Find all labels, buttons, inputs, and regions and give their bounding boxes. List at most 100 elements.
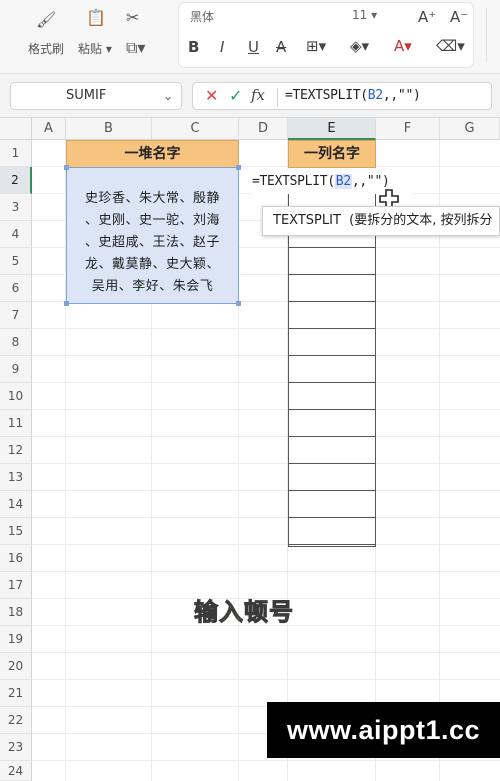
row-header-21[interactable]: 21	[0, 680, 32, 707]
border-icon[interactable]: ⊞▾	[306, 37, 326, 55]
function-tooltip: TEXTSPLIT (要拆分的文本, 按列拆分	[262, 206, 500, 236]
cell-b1-header[interactable]: 一堆名字	[66, 140, 239, 168]
row-header-15[interactable]: 15	[0, 518, 32, 545]
output-cell-border	[288, 544, 376, 545]
grid-row-line	[32, 679, 500, 680]
output-cell-border	[288, 247, 376, 248]
cell-b2-names[interactable]: 史珍香、朱大常、殷静 、史刚、史一驼、刘海 、史超咸、王法、赵子 龙、戴莫静、史大颖、…	[66, 167, 239, 304]
row-header-3[interactable]: 3	[0, 194, 32, 221]
row-header-23[interactable]: 23	[0, 734, 32, 761]
row-header-1[interactable]: 1	[0, 140, 32, 167]
column-header-b[interactable]: B	[66, 118, 152, 140]
row-header-24[interactable]: 24	[0, 761, 32, 781]
column-header-e[interactable]: E	[288, 118, 376, 140]
formula-input[interactable]: =TEXTSPLIT(B2,,"")	[285, 88, 421, 103]
grid-row-line	[32, 760, 500, 761]
grid-row-line	[32, 409, 500, 410]
grid-row-line	[32, 490, 500, 491]
format-painter-label[interactable]: 格式刷	[28, 40, 64, 57]
name-line: 、史超咸、王法、赵子	[84, 235, 220, 250]
font-color-icon[interactable]: A▾	[394, 37, 412, 55]
output-cell-border	[288, 382, 376, 383]
font-name-select[interactable]: 黑体	[186, 8, 346, 28]
function-icon[interactable]: fx	[251, 86, 265, 104]
decrease-font-icon[interactable]: A⁻	[450, 8, 468, 26]
copy-icon[interactable]: ⧉▾	[126, 38, 145, 58]
chevron-down-icon[interactable]: ⌄	[163, 83, 173, 109]
watermark: www.aippt1.cc	[267, 702, 500, 758]
column-header-f[interactable]: F	[376, 118, 440, 140]
bold-button[interactable]: B	[188, 38, 199, 56]
row-header-4[interactable]: 4	[0, 221, 32, 248]
caption-text: 输入顿号	[194, 598, 294, 627]
row-header-10[interactable]: 10	[0, 383, 32, 410]
row-header-20[interactable]: 20	[0, 653, 32, 680]
format-painter-icon[interactable]: 🖌	[36, 10, 56, 29]
ribbon-divider	[486, 8, 487, 62]
row-header-5[interactable]: 5	[0, 248, 32, 275]
row-header-16[interactable]: 16	[0, 545, 32, 572]
grid-row-line	[32, 328, 500, 329]
output-cell-border	[288, 274, 376, 275]
row-header-7[interactable]: 7	[0, 302, 32, 329]
cut-icon[interactable]: ✂	[126, 8, 139, 27]
row-header-12[interactable]: 12	[0, 437, 32, 464]
row-header-13[interactable]: 13	[0, 464, 32, 491]
grid-row-line	[32, 355, 500, 356]
cell-e1-header[interactable]: 一列名字	[288, 140, 376, 168]
column-header-d[interactable]: D	[239, 118, 288, 140]
selection-handle[interactable]	[236, 165, 241, 170]
row-header-6[interactable]: 6	[0, 275, 32, 302]
column-header-a[interactable]: A	[32, 118, 66, 140]
grid-row-line	[32, 517, 500, 518]
cancel-icon[interactable]: ✕	[205, 86, 218, 105]
grid-column-line	[439, 140, 440, 781]
confirm-icon[interactable]: ✓	[229, 86, 242, 105]
output-cell-border	[288, 301, 376, 302]
grid-row-line	[32, 652, 500, 653]
paste-label[interactable]: 粘贴 ▾	[78, 40, 112, 57]
output-cell-border	[288, 409, 376, 410]
selection-handle[interactable]	[236, 301, 241, 306]
output-cell-border	[288, 463, 376, 464]
selection-handle[interactable]	[64, 301, 69, 306]
name-line: 龙、戴莫静、史大颖、	[84, 257, 220, 272]
formula-input-wrap: ✕ ✓ fx =TEXTSPLIT(B2,,"")	[192, 82, 492, 110]
grid-row-line	[32, 436, 500, 437]
row-header-22[interactable]: 22	[0, 707, 32, 734]
italic-button[interactable]: I	[220, 38, 224, 56]
row-header-18[interactable]: 18	[0, 599, 32, 626]
row-header-17[interactable]: 17	[0, 572, 32, 599]
column-header-g[interactable]: G	[440, 118, 500, 140]
output-cell-border	[288, 355, 376, 356]
name-line: 吴用、李好、朱会飞	[91, 279, 214, 294]
paste-icon[interactable]: 📋	[86, 8, 106, 27]
selection-handle[interactable]	[64, 165, 69, 170]
grid-row-line	[32, 571, 500, 572]
underline-button[interactable]: U	[248, 38, 259, 56]
row-header-9[interactable]: 9	[0, 356, 32, 383]
row-header-8[interactable]: 8	[0, 329, 32, 356]
name-line: 史珍香、朱大常、殷静	[84, 191, 220, 206]
increase-font-icon[interactable]: A⁺	[418, 8, 436, 26]
grid-row-line	[32, 544, 500, 545]
output-cell-border	[288, 328, 376, 329]
ribbon: 🖌 格式刷 📋 粘贴 ▾ ✂ ⧉▾ 黑体 11 ▾ A⁺ A⁻ B I U A …	[0, 0, 500, 74]
select-all-corner[interactable]	[0, 118, 32, 140]
name-box[interactable]: SUMIF ⌄	[10, 82, 182, 110]
column-header-c[interactable]: C	[152, 118, 239, 140]
fill-color-icon[interactable]: ◈▾	[350, 37, 369, 55]
output-cell-border	[288, 517, 376, 518]
strikethrough-button[interactable]: A	[276, 38, 286, 56]
font-size-select[interactable]: 11 ▾	[352, 8, 402, 28]
output-cell-border	[288, 490, 376, 491]
formula-bar: SUMIF ⌄ ✕ ✓ fx =TEXTSPLIT(B2,,"")	[0, 74, 500, 118]
row-header-19[interactable]: 19	[0, 626, 32, 653]
output-cell-border	[288, 436, 376, 437]
row-header-2[interactable]: 2	[0, 167, 32, 194]
row-header-14[interactable]: 14	[0, 491, 32, 518]
clear-format-icon[interactable]: ⌫▾	[436, 37, 465, 55]
name-line: 、史刚、史一驼、刘海	[84, 213, 220, 228]
formula-divider	[277, 88, 278, 106]
row-header-11[interactable]: 11	[0, 410, 32, 437]
